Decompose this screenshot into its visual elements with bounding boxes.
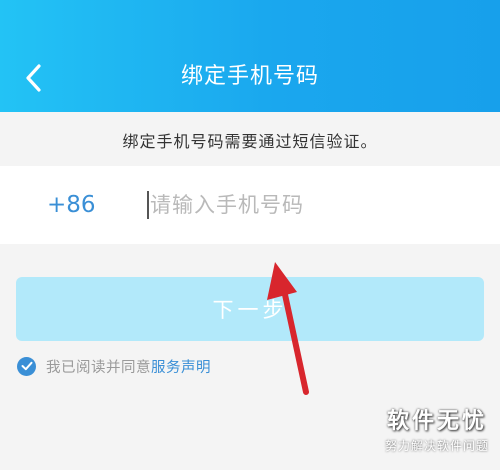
- watermark-logo: 软件无忧 努力解决软件问题: [374, 400, 500, 470]
- watermark-subtitle: 努力解决软件问题: [384, 439, 489, 453]
- watermark-title: 软件无忧: [386, 409, 487, 434]
